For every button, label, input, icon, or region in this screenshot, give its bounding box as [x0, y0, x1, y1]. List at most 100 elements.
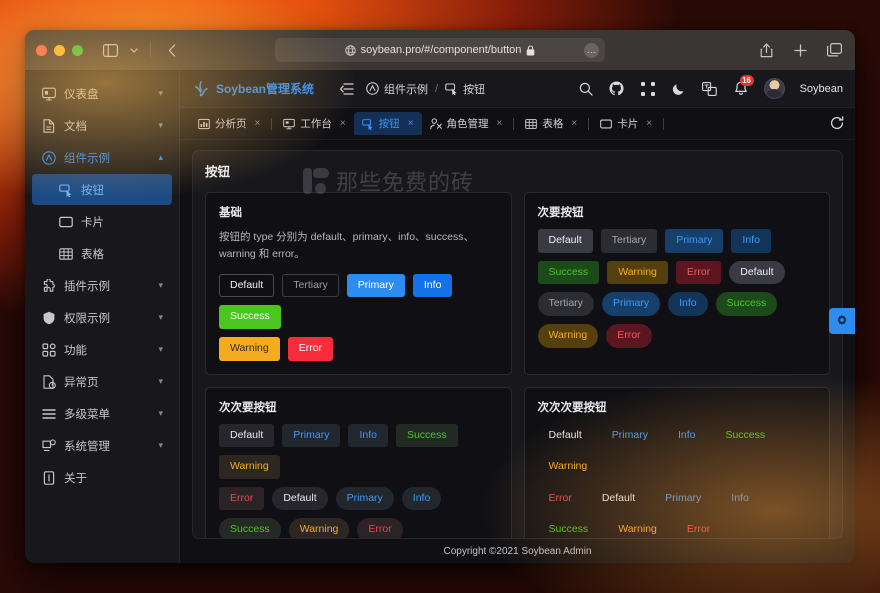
button-default[interactable]: Default [537, 229, 593, 253]
tab-4[interactable]: 表格 × [517, 112, 585, 135]
minimize-window-button[interactable] [54, 44, 65, 56]
button-warning[interactable]: Warning [219, 336, 280, 361]
button-primary[interactable]: Primary [601, 424, 659, 448]
back-chevron-icon[interactable] [162, 40, 182, 60]
button-tertiary[interactable]: Tertiary [282, 273, 339, 298]
button-info[interactable]: Info [348, 423, 388, 448]
button-primary[interactable]: Primary [335, 486, 394, 511]
sidebar-item-10[interactable]: 多级菜单 ▾ [32, 398, 172, 429]
button-error[interactable]: Error [675, 260, 722, 285]
notification-bell-icon[interactable]: 16 [733, 74, 754, 97]
page-menu-icon[interactable]: ... [584, 42, 599, 58]
button-default[interactable]: Default [538, 424, 593, 448]
button-warning[interactable]: Warning [607, 260, 668, 285]
button-info[interactable]: Info [668, 292, 708, 316]
sidebar-item-12[interactable]: 关于 [32, 462, 172, 493]
sidebar-item-3[interactable]: 按钮 [32, 174, 172, 205]
sidebar-item-2[interactable]: 组件示例 ▴ [32, 142, 172, 173]
sidebar-item-5[interactable]: 表格 [32, 238, 172, 269]
button-info[interactable]: Info [731, 229, 771, 253]
button-warning[interactable]: Warning [607, 518, 668, 538]
button-default[interactable]: Default [219, 273, 275, 298]
sidebar-item-8[interactable]: 功能 ▾ [32, 334, 172, 365]
plus-icon[interactable] [790, 40, 810, 60]
fullscreen-icon[interactable] [640, 81, 656, 97]
button-info[interactable]: Info [401, 486, 442, 511]
settings-drawer-button[interactable] [829, 308, 855, 334]
button-primary[interactable]: Primary [346, 273, 405, 298]
button-primary[interactable]: Primary [601, 292, 661, 316]
tab-close-icon[interactable]: × [255, 118, 261, 129]
refresh-icon[interactable] [830, 116, 845, 131]
chevron-down-icon[interactable]: ▾ [158, 408, 163, 419]
tab-3[interactable]: 角色管理 × [422, 112, 511, 135]
button-error[interactable]: Error [287, 336, 334, 361]
button-success[interactable]: Success [219, 305, 281, 329]
tab-2[interactable]: 按钮 × [353, 112, 422, 135]
tabs-overview-icon[interactable] [824, 40, 844, 60]
sidebar-item-7[interactable]: 权限示例 ▾ [32, 302, 172, 333]
language-icon[interactable] [702, 81, 718, 97]
button-success[interactable]: Success [219, 518, 281, 538]
tab-close-icon[interactable]: × [497, 118, 503, 129]
menu-collapse-icon[interactable] [340, 82, 356, 95]
chevron-down-icon[interactable]: ▾ [158, 120, 163, 131]
button-success[interactable]: Success [395, 423, 458, 448]
dark-mode-icon[interactable] [671, 81, 687, 97]
tab-close-icon[interactable]: × [571, 118, 577, 129]
chevron-down-icon[interactable]: ▾ [158, 280, 163, 291]
button-default[interactable]: Default [729, 260, 785, 285]
chevron-down-icon[interactable]: ▾ [158, 88, 163, 99]
button-success[interactable]: Success [714, 424, 776, 448]
button-info[interactable]: Info [412, 273, 453, 298]
share-icon[interactable] [756, 40, 776, 60]
search-icon[interactable] [578, 81, 594, 97]
sidebar-toggle-icon[interactable] [100, 40, 120, 60]
button-tertiary[interactable]: Tertiary [600, 229, 658, 253]
sidebar-item-11[interactable]: 系统管理 ▾ [32, 430, 172, 461]
button-success[interactable]: Success [538, 518, 600, 538]
close-window-button[interactable] [36, 44, 47, 56]
button-info[interactable]: Info [667, 424, 707, 448]
maximize-window-button[interactable] [72, 44, 83, 56]
button-error[interactable]: Error [357, 518, 403, 538]
user-name[interactable]: Soybean [800, 83, 843, 95]
sidebar-item-4[interactable]: 卡片 [32, 206, 172, 237]
button-error[interactable]: Error [219, 486, 265, 511]
button-tertiary[interactable]: Tertiary [537, 292, 594, 316]
button-success[interactable]: Success [715, 292, 778, 316]
button-warning[interactable]: Warning [537, 323, 599, 348]
button-primary[interactable]: Primary [282, 423, 341, 448]
sidebar-dropdown-chevron-icon[interactable] [129, 40, 139, 60]
tab-close-icon[interactable]: × [408, 118, 414, 129]
button-error[interactable]: Error [606, 323, 652, 348]
button-primary[interactable]: Primary [654, 487, 712, 511]
tab-0[interactable]: 分析页 × [190, 112, 268, 135]
button-default[interactable]: Default [272, 486, 328, 511]
tab-1[interactable]: 工作台 × [275, 112, 353, 135]
button-warning[interactable]: Warning [538, 455, 599, 479]
chevron-down-icon[interactable]: ▾ [158, 440, 163, 451]
avatar[interactable] [763, 78, 785, 99]
button-info[interactable]: Info [720, 487, 760, 511]
sidebar-item-1[interactable]: 文档 ▾ [32, 110, 172, 141]
button-error[interactable]: Error [676, 518, 721, 538]
tab-close-icon[interactable]: × [646, 118, 652, 129]
github-icon[interactable] [609, 81, 625, 97]
button-warning[interactable]: Warning [219, 455, 280, 479]
chevron-down-icon[interactable]: ▾ [158, 376, 163, 387]
sidebar-item-0[interactable]: 仪表盘 ▾ [32, 78, 172, 109]
app-logo[interactable]: Soybean管理系统 [192, 80, 330, 98]
chevron-down-icon[interactable]: ▾ [158, 312, 163, 323]
button-error[interactable]: Error [538, 487, 583, 511]
button-warning[interactable]: Warning [288, 518, 350, 538]
button-primary[interactable]: Primary [665, 229, 724, 253]
sidebar-item-6[interactable]: 插件示例 ▾ [32, 270, 172, 301]
breadcrumb-item-1[interactable]: 按钮 [463, 81, 485, 97]
tab-close-icon[interactable]: × [340, 118, 346, 129]
breadcrumb-item-0[interactable]: 组件示例 [384, 81, 428, 97]
button-default[interactable]: Default [591, 487, 646, 511]
sidebar-item-9[interactable]: 异常页 ▾ [32, 366, 172, 397]
tab-5[interactable]: 卡片 × [592, 112, 660, 135]
button-default[interactable]: Default [219, 423, 275, 448]
